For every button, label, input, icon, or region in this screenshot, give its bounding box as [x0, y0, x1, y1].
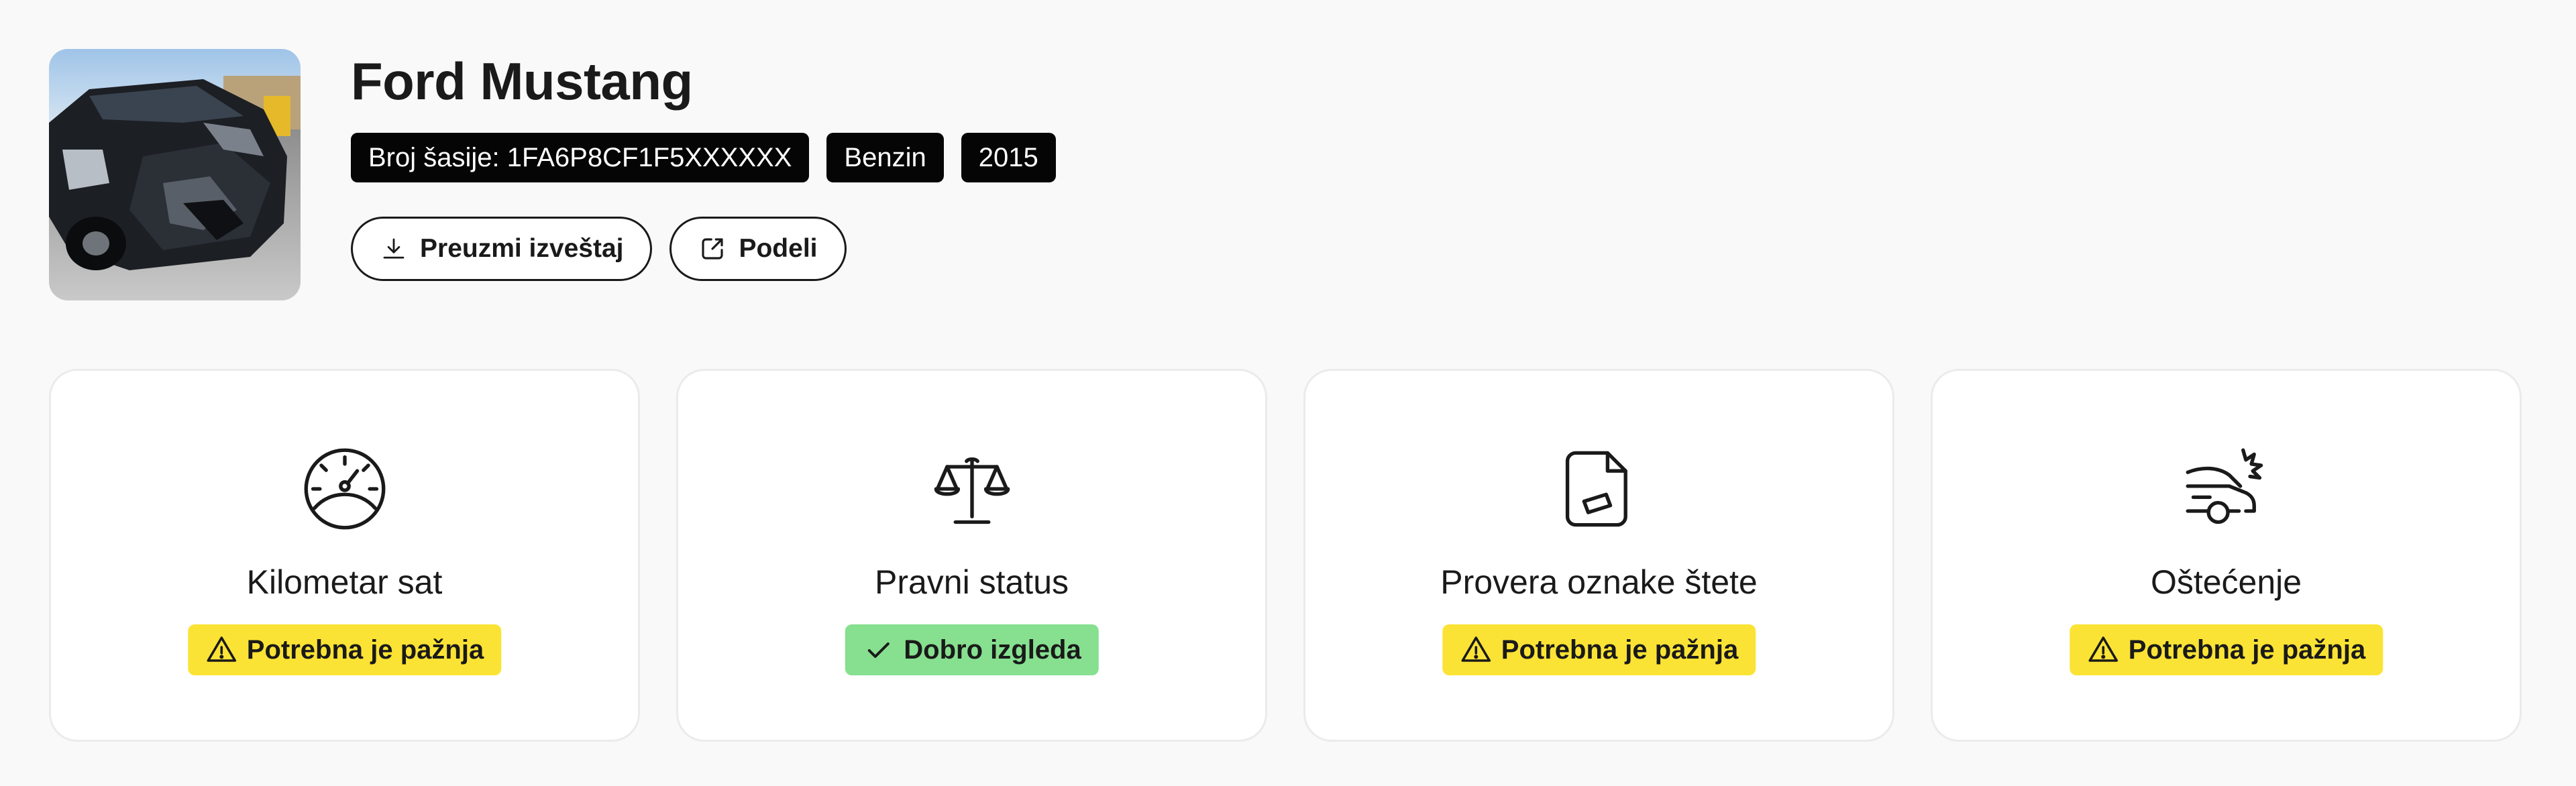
- document-tag-icon: [1555, 445, 1644, 533]
- year-tag: 2015: [961, 133, 1056, 182]
- status-label: Potrebna je pažnja: [2128, 634, 2366, 665]
- download-icon: [380, 235, 408, 263]
- status-badge-warning: Potrebna je pažnja: [2069, 624, 2383, 675]
- card-damage[interactable]: Oštećenje Potrebna je pažnja: [1931, 369, 2522, 742]
- vehicle-header: Ford Mustang Broj šasije: 1FA6P8CF1F5XXX…: [49, 49, 1189, 300]
- vehicle-tags: Broj šasije: 1FA6P8CF1F5XXXXXX Benzin 20…: [351, 133, 1056, 182]
- warning-icon: [1460, 636, 1491, 662]
- warning-icon: [2088, 636, 2118, 662]
- vin-tag: Broj šasije: 1FA6P8CF1F5XXXXXX: [351, 133, 810, 182]
- card-title: Oštećenje: [2150, 563, 2302, 601]
- card-damage-flag-check[interactable]: Provera oznake štete Potrebna je pažnja: [1303, 369, 1894, 742]
- share-icon: [698, 235, 727, 263]
- car-crash-icon: [2182, 445, 2271, 533]
- card-title: Pravni status: [874, 563, 1069, 601]
- speedometer-icon: [301, 445, 389, 533]
- checkmark-icon: [867, 642, 890, 658]
- card-title: Kilometar sat: [246, 563, 443, 601]
- card-legal-status[interactable]: Pravni status Dobro izgleda: [676, 369, 1267, 742]
- scales-icon: [928, 445, 1016, 533]
- status-badge-ok: Dobro izgleda: [845, 624, 1099, 675]
- status-badge-warning: Potrebna je pažnja: [187, 624, 502, 675]
- status-label: Potrebna je pažnja: [246, 634, 484, 665]
- header-actions: Preuzmi izveštaj Podeli: [351, 217, 847, 281]
- vehicle-photo[interactable]: [49, 49, 301, 300]
- card-title: Provera oznake štete: [1440, 563, 1758, 601]
- vehicle-title: Ford Mustang: [351, 52, 693, 111]
- share-label: Podeli: [739, 234, 818, 263]
- download-report-button[interactable]: Preuzmi izveštaj: [351, 217, 653, 281]
- share-button[interactable]: Podeli: [669, 217, 847, 281]
- download-report-label: Preuzmi izveštaj: [420, 234, 624, 263]
- fuel-tag: Benzin: [826, 133, 944, 182]
- report-cards: Kilometar sat Potrebna je pažnja Pravni …: [49, 369, 2522, 742]
- status-badge-warning: Potrebna je pažnja: [1442, 624, 1756, 675]
- status-label: Potrebna je pažnja: [1501, 634, 1739, 665]
- card-odometer[interactable]: Kilometar sat Potrebna je pažnja: [49, 369, 640, 742]
- warning-icon: [206, 636, 236, 662]
- status-label: Dobro izgleda: [904, 634, 1081, 665]
